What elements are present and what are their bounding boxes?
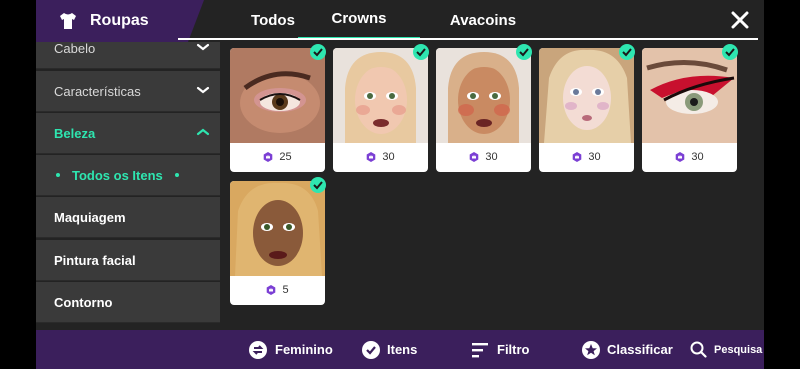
sort-label: Classificar (607, 342, 673, 357)
item-price: 30 (642, 145, 737, 169)
shirt-icon (60, 13, 76, 29)
sidebar-item-label: Todos os Itens (72, 167, 163, 183)
sidebar-item-label: Cabelo (54, 42, 96, 56)
item-thumbnail (539, 48, 634, 143)
item-price: 25 (230, 145, 325, 169)
item-card[interactable]: 30 (539, 48, 634, 172)
item-thumbnail (642, 48, 737, 143)
crown-icon (676, 152, 685, 162)
tab-bar: Todos Crowns Avacoins (178, 0, 764, 42)
header: Roupas Todos Crowns Avacoins (36, 0, 764, 42)
items-label: Itens (387, 342, 418, 357)
sidebar-item-label: Características (54, 83, 141, 99)
shop-screen: Roupas Todos Crowns Avacoins Cabelo Cara… (36, 0, 764, 369)
search-button[interactable]: Pesquisa (690, 330, 762, 369)
filter-label: Filtro (497, 342, 530, 357)
item-card[interactable]: 30 (642, 48, 737, 172)
owned-check-icon (619, 44, 635, 60)
tab-crowns[interactable]: Crowns (298, 0, 420, 40)
sidebar-item-face-paint[interactable]: Pintura facial (36, 240, 220, 281)
tab-avacoins-label: Avacoins (449, 11, 517, 29)
sidebar-item-label: Beleza (54, 125, 96, 141)
price-value: 30 (588, 151, 601, 163)
gender-label: Feminino (275, 342, 333, 357)
category-tab-clothes[interactable]: Roupas (36, 0, 204, 42)
price-value: 5 (282, 284, 289, 296)
search-label: Pesquisa (714, 343, 763, 356)
item-thumbnail (333, 48, 428, 143)
sidebar-item-beauty[interactable]: Beleza (36, 113, 220, 154)
item-thumbnail (436, 48, 531, 143)
owned-check-icon (722, 44, 738, 60)
search-icon (690, 341, 707, 358)
sort-button[interactable]: Classificar (582, 330, 673, 369)
items-filter-button[interactable]: Itens (362, 330, 417, 369)
bottom-toolbar: Feminino Itens Filtro Classificar Pesqui… (36, 330, 764, 369)
close-button[interactable] (726, 6, 754, 34)
owned-check-icon (516, 44, 532, 60)
sidebar-item-makeup[interactable]: Maquiagem (36, 197, 220, 238)
chevron-down-icon (196, 43, 210, 51)
item-price: 30 (539, 145, 634, 169)
price-value: 30 (691, 151, 704, 163)
tab-crowns-label: Crowns (331, 10, 387, 27)
item-card[interactable]: 25 (230, 48, 325, 172)
item-card[interactable]: 30 (436, 48, 531, 172)
sidebar-subitem-all-items[interactable]: Todos os Itens (36, 155, 220, 196)
item-thumbnail (230, 48, 325, 143)
crown-icon (573, 152, 582, 162)
price-value: 30 (485, 151, 498, 163)
owned-check-icon (413, 44, 429, 60)
gender-toggle-button[interactable]: Feminino (248, 330, 333, 369)
sidebar-item-features[interactable]: Características (36, 71, 220, 112)
sidebar-item-contour[interactable]: Contorno (36, 282, 220, 323)
close-icon (731, 11, 749, 29)
item-price: 5 (230, 278, 325, 302)
header-divider (178, 38, 758, 40)
sidebar-item-hair[interactable]: Cabelo (36, 42, 220, 69)
chevron-down-icon (196, 86, 210, 94)
item-card[interactable]: 30 (333, 48, 428, 172)
bullet-dot (174, 173, 179, 177)
category-label: Roupas (90, 12, 149, 29)
gender-swap-icon (249, 340, 267, 359)
item-price: 30 (436, 145, 531, 169)
tab-avacoins[interactable]: Avacoins (428, 0, 538, 40)
item-price: 30 (333, 145, 428, 169)
sidebar-item-label: Pintura facial (54, 252, 136, 268)
star-badge-icon (582, 340, 600, 359)
check-circle-icon (362, 340, 380, 359)
sidebar-item-label: Maquiagem (54, 209, 126, 225)
price-value: 25 (279, 151, 292, 163)
price-value: 30 (382, 151, 395, 163)
filter-button[interactable]: Filtro (472, 330, 530, 369)
owned-check-icon (310, 177, 326, 193)
item-card[interactable]: 5 (230, 181, 325, 305)
tab-all-label: Todos (251, 11, 295, 29)
crown-icon (264, 152, 273, 162)
item-thumbnail (230, 181, 325, 276)
sidebar: Cabelo Características Beleza Todos os I… (36, 42, 220, 324)
crown-icon (367, 152, 376, 162)
sidebar-item-label: Contorno (54, 294, 113, 310)
filter-lines-icon (472, 342, 488, 357)
bullet-dot (56, 173, 60, 177)
crown-icon (267, 285, 276, 295)
crown-icon (470, 152, 479, 162)
owned-check-icon (310, 44, 326, 60)
chevron-up-icon (196, 128, 210, 136)
